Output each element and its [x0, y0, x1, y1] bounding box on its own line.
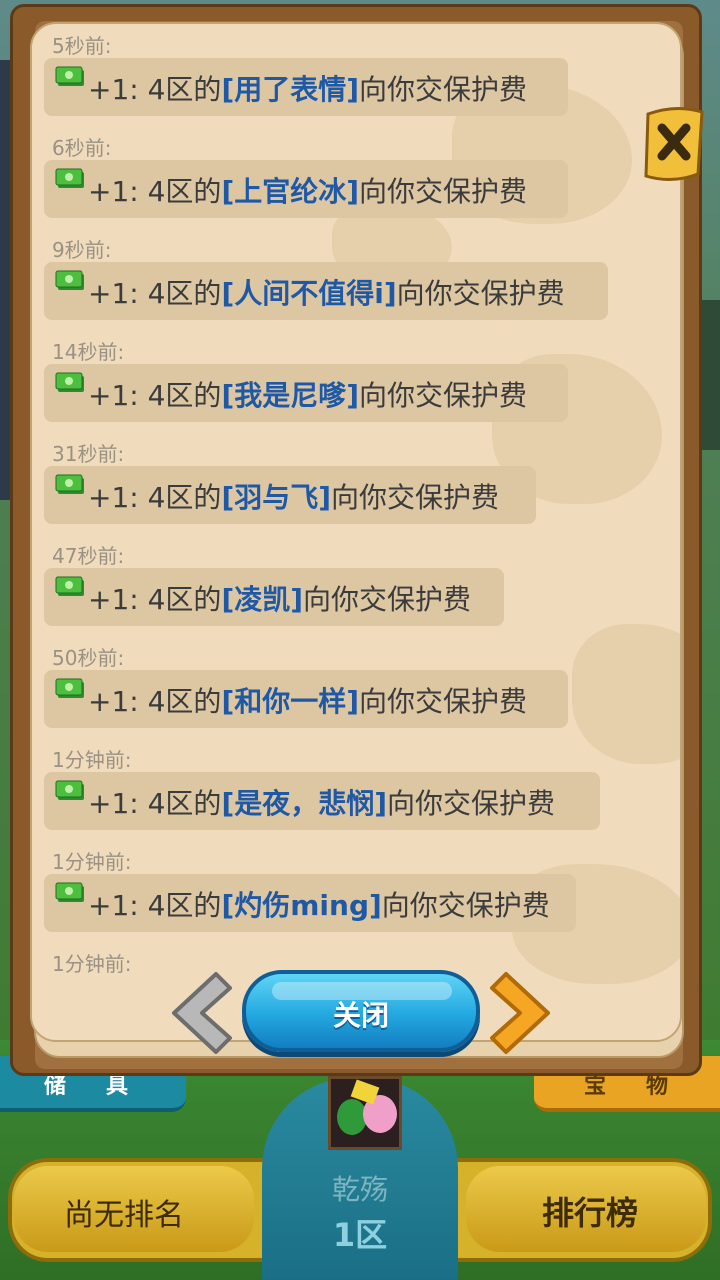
entry-suffix: 向你交保护费 [303, 583, 472, 616]
money-icon [55, 576, 84, 596]
money-icon [55, 168, 84, 188]
player-name-link[interactable]: [和你一样] [221, 685, 359, 718]
entry-prefix: +1: 4区的 [88, 787, 222, 820]
avatar[interactable] [328, 1076, 402, 1150]
entry-time: 6秒前: [52, 136, 112, 160]
entry-time: 47秒前: [52, 544, 125, 568]
entry-prefix: +1: 4区的 [88, 583, 222, 616]
close-button-label: 关闭 [332, 999, 389, 1032]
player-name-link[interactable]: [羽与飞] [221, 481, 331, 514]
player-name-link[interactable]: [是夜，悲悯] [221, 787, 387, 820]
player-name-link[interactable]: [人间不值得i] [221, 277, 396, 310]
entry-prefix: +1: 4区的 [88, 685, 222, 718]
money-icon [55, 780, 84, 800]
player-name-link[interactable]: [用了表情] [221, 73, 359, 106]
entry-time: 1分钟前: [52, 748, 132, 772]
entry-row: +1: 4区的[用了表情]向你交保护费 [44, 58, 568, 116]
log-page[interactable]: 5秒前: +1: 4区的[用了表情]向你交保护费 6秒前: +1: 4区的[上官… [30, 22, 682, 1042]
entry-time: 1分钟前: [52, 952, 132, 976]
close-x-icon[interactable] [640, 104, 710, 184]
protection-fee-log[interactable]: 5秒前: +1: 4区的[用了表情]向你交保护费 6秒前: +1: 4区的[上官… [32, 24, 680, 1040]
entry-row: +1: 4区的[我是尼嗲]向你交保护费 [44, 364, 568, 422]
close-button[interactable]: 关闭 [242, 970, 480, 1052]
entry-suffix: 向你交保护费 [359, 175, 528, 208]
player-name-link[interactable]: [灼伤ming] [221, 889, 381, 922]
entry-suffix: 向你交保护费 [359, 379, 528, 412]
entry-suffix: 向你交保护费 [381, 889, 550, 922]
entry-suffix: 向你交保护费 [387, 787, 556, 820]
money-icon [55, 474, 84, 494]
money-icon [55, 678, 84, 698]
money-icon [55, 372, 84, 392]
entry-suffix: 向你交保护费 [359, 685, 528, 718]
entry-prefix: +1: 4区的 [88, 277, 222, 310]
entry-row: +1: 4区的[凌凯]向你交保护费 [44, 568, 504, 626]
entry-row: +1: 4区的[人间不值得i]向你交保护费 [44, 262, 608, 320]
arrow-left-icon[interactable] [160, 968, 236, 1058]
arrow-right-icon[interactable] [486, 968, 562, 1058]
server-label: 1区 [332, 1216, 388, 1254]
entry-row: +1: 4区的[羽与飞]向你交保护费 [44, 466, 536, 524]
entry-prefix: +1: 4区的 [88, 73, 222, 106]
entry-prefix: +1: 4区的 [88, 481, 222, 514]
entry-time: 9秒前: [52, 238, 112, 262]
entry-time: 14秒前: [52, 340, 125, 364]
entry-time: 50秒前: [52, 646, 125, 670]
entry-row: +1: 4区的[上官纶冰]向你交保护费 [44, 160, 568, 218]
entry-prefix: +1: 4区的 [88, 175, 222, 208]
entry-suffix: 向你交保护费 [396, 277, 565, 310]
entry-suffix: 向你交保护费 [331, 481, 500, 514]
entry-prefix: +1: 4区的 [88, 379, 222, 412]
money-icon [55, 270, 84, 290]
entry-suffix: 向你交保护费 [359, 73, 528, 106]
player-name: 乾殇 [331, 1173, 388, 1206]
player-name-link[interactable]: [我是尼嗲] [221, 379, 359, 412]
money-icon [55, 882, 84, 902]
entry-row: +1: 4区的[是夜，悲悯]向你交保护费 [44, 772, 600, 830]
entry-row: +1: 4区的[灼伤ming]向你交保护费 [44, 874, 576, 932]
money-icon [55, 66, 84, 86]
entry-row: +1: 4区的[和你一样]向你交保护费 [44, 670, 568, 728]
entry-prefix: +1: 4区的 [88, 889, 222, 922]
player-name-link[interactable]: [凌凯] [221, 583, 303, 616]
entry-time: 1分钟前: [52, 850, 132, 874]
player-name-link[interactable]: [上官纶冰] [221, 175, 359, 208]
entry-time: 5秒前: [52, 34, 112, 58]
entry-time: 31秒前: [52, 442, 125, 466]
